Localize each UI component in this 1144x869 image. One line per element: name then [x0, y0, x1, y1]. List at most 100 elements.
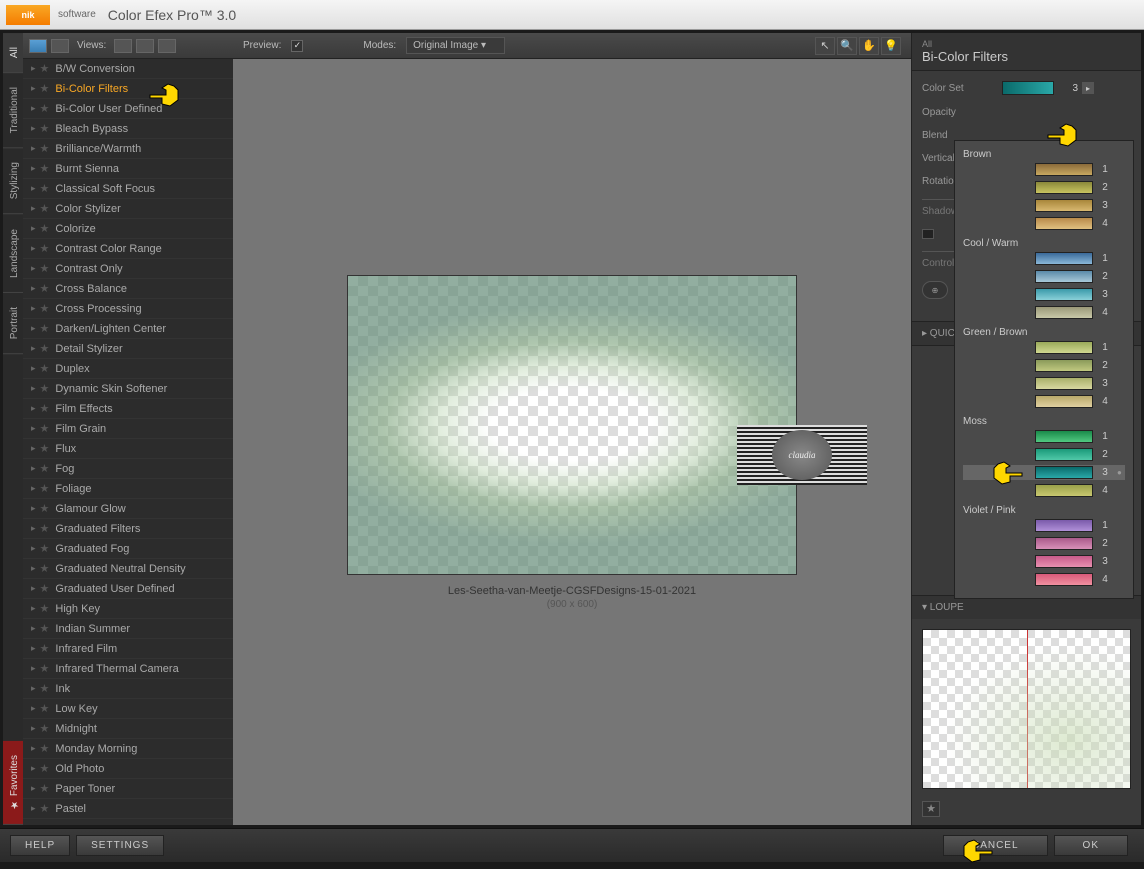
light-tool-icon[interactable]: 💡: [881, 37, 901, 55]
filter-item[interactable]: ▸★Contrast Only: [23, 259, 233, 279]
filter-item[interactable]: ▸★Foliage: [23, 479, 233, 499]
filter-item[interactable]: ▸★B/W Conversion: [23, 59, 233, 79]
colorset-option[interactable]: 2: [963, 180, 1125, 195]
preview-checkbox[interactable]: ✓: [291, 40, 303, 52]
colorset-option[interactable]: 4: [963, 216, 1125, 231]
star-icon[interactable]: ★: [40, 722, 50, 735]
colorset-option[interactable]: 2: [963, 358, 1125, 373]
filter-item[interactable]: ▸★Indian Summer: [23, 619, 233, 639]
filter-item[interactable]: ▸★Duplex: [23, 359, 233, 379]
loupe-star-button[interactable]: ★: [922, 801, 940, 817]
star-icon[interactable]: ★: [40, 242, 50, 255]
loupe-preview[interactable]: [922, 629, 1131, 789]
star-icon[interactable]: ★: [40, 162, 50, 175]
filter-item[interactable]: ▸★Midnight: [23, 719, 233, 739]
filter-item[interactable]: ▸★Film Effects: [23, 399, 233, 419]
zoom-tool-icon[interactable]: 🔍: [837, 37, 857, 55]
colorset-option[interactable]: 2: [963, 536, 1125, 551]
tab-stylizing[interactable]: Stylizing: [3, 148, 23, 214]
star-icon[interactable]: ★: [40, 582, 50, 595]
star-icon[interactable]: ★: [40, 762, 50, 775]
star-icon[interactable]: ★: [40, 222, 50, 235]
filter-item[interactable]: ▸★Ink: [23, 679, 233, 699]
star-icon[interactable]: ★: [40, 82, 50, 95]
star-icon[interactable]: ★: [40, 182, 50, 195]
star-icon[interactable]: ★: [40, 802, 50, 815]
help-button[interactable]: HELP: [10, 835, 70, 856]
filter-item[interactable]: ▸★Infrared Film: [23, 639, 233, 659]
star-icon[interactable]: ★: [40, 122, 50, 135]
star-icon[interactable]: ★: [40, 482, 50, 495]
pointer-tool-icon[interactable]: ↖: [815, 37, 835, 55]
star-icon[interactable]: ★: [40, 362, 50, 375]
star-icon[interactable]: ★: [40, 542, 50, 555]
star-icon[interactable]: ★: [40, 302, 50, 315]
settings-button[interactable]: SETTINGS: [76, 835, 164, 856]
filter-item[interactable]: ▸★Low Key: [23, 699, 233, 719]
colorset-option[interactable]: 4: [963, 572, 1125, 587]
filter-item[interactable]: ▸★Contrast Color Range: [23, 239, 233, 259]
filter-item[interactable]: ▸★Infrared Thermal Camera: [23, 659, 233, 679]
layout-icon-3[interactable]: [158, 39, 176, 53]
colorset-option[interactable]: 4: [963, 305, 1125, 320]
filter-item[interactable]: ▸★Glamour Glow: [23, 499, 233, 519]
filter-item[interactable]: ▸★Dynamic Skin Softener: [23, 379, 233, 399]
tab-landscape[interactable]: Landscape: [3, 215, 23, 293]
star-icon[interactable]: ★: [40, 102, 50, 115]
star-icon[interactable]: ★: [40, 662, 50, 675]
filter-item[interactable]: ▸★Color Stylizer: [23, 199, 233, 219]
filter-item[interactable]: ▸★Brilliance/Warmth: [23, 139, 233, 159]
filter-item[interactable]: ▸★Bi-Color User Defined: [23, 99, 233, 119]
colorset-option[interactable]: 3: [963, 554, 1125, 569]
filter-item[interactable]: ▸★Graduated User Defined: [23, 579, 233, 599]
preview-image[interactable]: [347, 275, 797, 575]
star-icon[interactable]: ★: [40, 562, 50, 575]
star-icon[interactable]: ★: [40, 262, 50, 275]
filter-list[interactable]: ▸★B/W Conversion▸★Bi-Color Filters▸★Bi-C…: [23, 59, 233, 825]
view-mode-icon-2[interactable]: [51, 39, 69, 53]
filter-item[interactable]: ▸★Cross Balance: [23, 279, 233, 299]
colorset-option[interactable]: 1: [963, 429, 1125, 444]
filter-item[interactable]: ▸★Fog: [23, 459, 233, 479]
star-icon[interactable]: ★: [40, 502, 50, 515]
tab-portrait[interactable]: Portrait: [3, 293, 23, 354]
star-icon[interactable]: ★: [40, 322, 50, 335]
star-icon[interactable]: ★: [40, 602, 50, 615]
filter-item[interactable]: ▸★Cross Processing: [23, 299, 233, 319]
colorset-option[interactable]: 1: [963, 340, 1125, 355]
colorset-swatch[interactable]: [1002, 81, 1054, 95]
filter-item[interactable]: ▸★Monday Morning: [23, 739, 233, 759]
modes-select[interactable]: Original Image ▾: [406, 37, 505, 54]
star-icon[interactable]: ★: [40, 682, 50, 695]
hand-tool-icon[interactable]: ✋: [859, 37, 879, 55]
shadows-checkbox[interactable]: [922, 229, 934, 239]
tab-favorites[interactable]: ★ Favorites: [3, 741, 23, 825]
layout-icon-1[interactable]: [114, 39, 132, 53]
view-mode-icon[interactable]: [29, 39, 47, 53]
filter-item[interactable]: ▸★Bleach Bypass: [23, 119, 233, 139]
star-icon[interactable]: ★: [40, 642, 50, 655]
colorset-option[interactable]: 3: [963, 287, 1125, 302]
filter-item[interactable]: ▸★Old Photo: [23, 759, 233, 779]
layout-icon-2[interactable]: [136, 39, 154, 53]
filter-item[interactable]: ▸★Graduated Neutral Density: [23, 559, 233, 579]
colorset-option[interactable]: 4: [963, 394, 1125, 409]
star-icon[interactable]: ★: [40, 622, 50, 635]
colorset-option[interactable]: 1: [963, 162, 1125, 177]
star-icon[interactable]: ★: [40, 702, 50, 715]
star-icon[interactable]: ★: [40, 142, 50, 155]
star-icon[interactable]: ★: [40, 62, 50, 75]
star-icon[interactable]: ★: [40, 402, 50, 415]
filter-item[interactable]: ▸★Classical Soft Focus: [23, 179, 233, 199]
filter-item[interactable]: ▸★Film Grain: [23, 419, 233, 439]
tab-traditional[interactable]: Traditional: [3, 73, 23, 148]
filter-item[interactable]: ▸★Bi-Color Filters: [23, 79, 233, 99]
star-icon[interactable]: ★: [40, 742, 50, 755]
star-icon[interactable]: ★: [40, 422, 50, 435]
star-icon[interactable]: ★: [40, 522, 50, 535]
filter-item[interactable]: ▸★Graduated Fog: [23, 539, 233, 559]
colorset-option[interactable]: 3: [963, 376, 1125, 391]
star-icon[interactable]: ★: [40, 282, 50, 295]
star-icon[interactable]: ★: [40, 462, 50, 475]
tab-all[interactable]: All: [3, 33, 23, 73]
